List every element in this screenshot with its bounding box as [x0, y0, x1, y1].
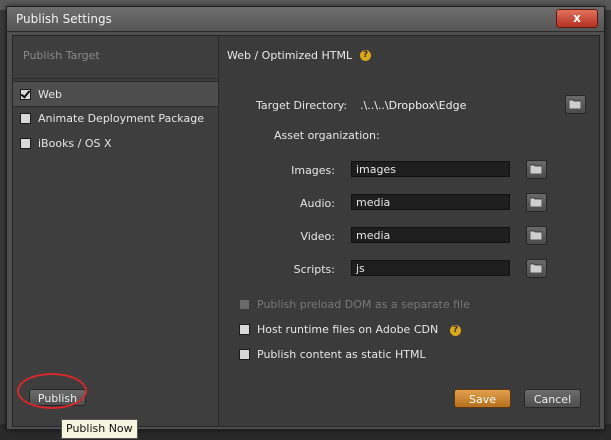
publish-target-sidebar: Publish Target Web Animate Deployment Pa…: [13, 36, 219, 426]
settings-panel: Web / Optimized HTML ? Target Directory:…: [219, 36, 599, 426]
images-browse-button[interactable]: [526, 160, 547, 179]
animate-deployment-checkbox[interactable]: [20, 112, 31, 124]
audio-browse-button[interactable]: [526, 193, 547, 212]
target-directory-label: Target Directory:: [256, 99, 348, 112]
static-html-checkbox[interactable]: [239, 349, 250, 360]
asset-organization-label: Asset organization:: [274, 129, 380, 142]
video-browse-button[interactable]: [526, 226, 547, 245]
close-icon: x: [573, 11, 581, 25]
sidebar-item-animate-deployment[interactable]: Animate Deployment Package: [13, 106, 218, 130]
video-label: Video:: [300, 230, 335, 243]
dialog-title: Publish Settings: [16, 12, 112, 26]
cancel-button-label: Cancel: [533, 393, 572, 406]
scripts-field[interactable]: js: [351, 260, 510, 276]
save-button[interactable]: Save: [454, 389, 511, 408]
section-title: Web / Optimized HTML: [227, 49, 353, 62]
video-field[interactable]: media: [351, 227, 510, 243]
sidebar-item-label: Animate Deployment Package: [38, 111, 204, 125]
folder-icon: [530, 197, 542, 207]
sidebar-item-label: iBooks / OS X: [38, 136, 112, 150]
web-checkbox[interactable]: [20, 88, 31, 100]
cancel-button[interactable]: Cancel: [524, 389, 581, 408]
close-button[interactable]: x: [556, 9, 598, 28]
sidebar-heading: Publish Target: [23, 49, 100, 62]
ibooks-checkbox[interactable]: [20, 137, 31, 149]
audio-label: Audio:: [300, 197, 335, 210]
publish-now-tooltip: Publish Now: [61, 419, 138, 439]
publish-preload-dom-option: Publish preload DOM as a separate file: [239, 298, 470, 311]
images-label: Images:: [291, 164, 335, 177]
publish-preload-dom-checkbox: [239, 299, 250, 310]
sidebar-item-web[interactable]: Web: [13, 81, 218, 107]
scripts-browse-button[interactable]: [526, 259, 547, 278]
option-label: Host runtime files on Adobe CDN: [257, 323, 439, 336]
sidebar-item-label: Web: [38, 87, 62, 101]
host-runtime-cdn-checkbox[interactable]: [239, 324, 250, 335]
folder-icon: [530, 263, 542, 273]
images-field[interactable]: images: [351, 161, 510, 177]
static-html-option[interactable]: Publish content as static HTML: [239, 348, 426, 361]
target-directory-value: .\..\..\Dropbox\Edge: [360, 99, 467, 112]
dialog-body: Publish Target Web Animate Deployment Pa…: [12, 35, 600, 427]
publish-settings-dialog: Publish Settings x Publish Target Web An…: [6, 6, 605, 430]
scripts-label: Scripts:: [293, 263, 335, 276]
divider: [13, 78, 218, 79]
save-button-label: Save: [468, 393, 496, 406]
sidebar-item-ibooks[interactable]: iBooks / OS X: [13, 131, 218, 155]
help-icon[interactable]: ?: [360, 50, 371, 61]
host-runtime-cdn-option[interactable]: Host runtime files on Adobe CDN: [239, 323, 438, 336]
dialog-titlebar: Publish Settings x: [7, 7, 604, 32]
folder-icon: [530, 230, 542, 240]
option-label: Publish content as static HTML: [257, 348, 426, 361]
publish-highlight-ring: [17, 373, 87, 409]
audio-field[interactable]: media: [351, 194, 510, 210]
folder-icon: [569, 99, 581, 109]
folder-icon: [530, 164, 542, 174]
target-directory-browse-button[interactable]: [565, 95, 586, 114]
help-icon[interactable]: ?: [450, 325, 461, 336]
option-label: Publish preload DOM as a separate file: [257, 298, 470, 311]
